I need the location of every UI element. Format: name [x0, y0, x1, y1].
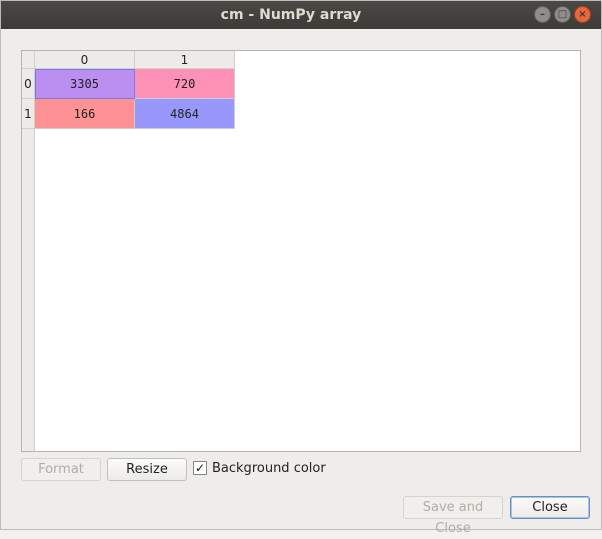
cell-1-0[interactable]: 166 [35, 99, 135, 129]
row-header-0[interactable]: 0 [22, 69, 35, 99]
background-color-label[interactable]: Background color [212, 461, 326, 476]
column-header-0[interactable]: 0 [35, 51, 135, 69]
cell-1-1[interactable]: 4864 [135, 99, 235, 129]
window-controls: – □ × [534, 6, 591, 23]
close-button[interactable]: Close [510, 496, 590, 519]
cell-0-0[interactable]: 3305 [35, 69, 135, 99]
cell-0-1[interactable]: 720 [135, 69, 235, 99]
numpy-array-dialog: cm - NumPy array – □ × 0 1 0 1 3305 720 … [0, 0, 602, 536]
format-button[interactable]: Format [21, 458, 101, 481]
window-title: cm - NumPy array [220, 7, 362, 23]
column-header-empty [235, 51, 580, 69]
title-bar: cm - NumPy array – □ × [1, 1, 601, 29]
array-table[interactable]: 0 1 0 1 3305 720 166 4864 [21, 50, 581, 452]
table-corner [22, 51, 35, 69]
maximize-icon[interactable]: □ [554, 6, 571, 23]
row-header-empty [22, 129, 35, 451]
minimize-icon[interactable]: – [534, 6, 551, 23]
resize-button[interactable]: Resize [107, 458, 187, 481]
save-and-close-button[interactable]: Save and Close [403, 496, 503, 536]
column-header-1[interactable]: 1 [135, 51, 235, 69]
background-color-checkbox[interactable]: ✓ [193, 461, 207, 475]
row-header-1[interactable]: 1 [22, 99, 35, 129]
close-window-icon[interactable]: × [574, 6, 591, 23]
